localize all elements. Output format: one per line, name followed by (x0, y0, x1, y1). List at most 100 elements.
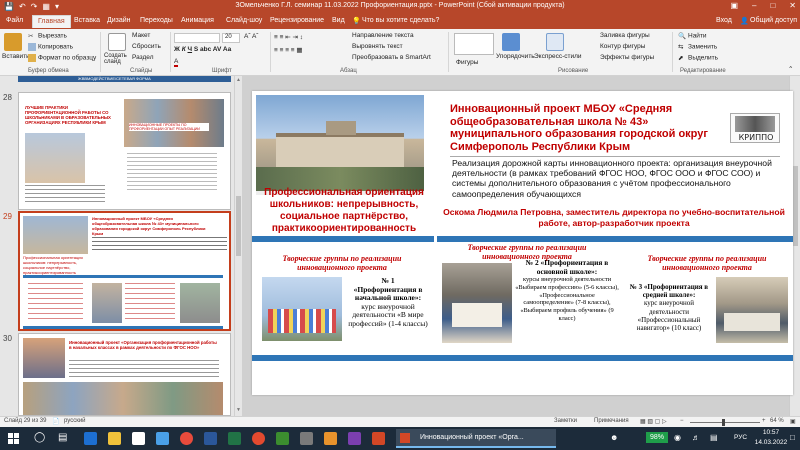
paste-icon[interactable] (4, 33, 22, 51)
font-name-field[interactable] (174, 33, 220, 43)
select-button[interactable]: ⬈ Выделить (678, 54, 718, 62)
scroll-down-icon[interactable]: ▼ (236, 407, 241, 413)
yandex-icon[interactable] (252, 432, 265, 445)
arrange-icon[interactable] (502, 33, 520, 51)
reset-button[interactable]: Сбросить (132, 43, 161, 50)
opera-icon[interactable] (180, 432, 193, 445)
people-icon[interactable]: ☻ (610, 433, 618, 442)
notes-button[interactable]: Заметки (554, 418, 577, 424)
smartart-button[interactable]: Преобразовать в SmartArt (352, 54, 431, 61)
tab-transitions[interactable]: Переходы (140, 17, 173, 24)
ribbon-options-icon[interactable]: ▣ (730, 1, 738, 10)
shape-outline-button[interactable]: Контур фигуры (600, 43, 645, 50)
collapse-ribbon-icon[interactable]: ⌃ (788, 65, 793, 73)
quick-styles-button[interactable]: Экспресс-стили (534, 53, 582, 60)
view-buttons[interactable]: ▦ ▧ ▢ ▷ (640, 418, 667, 425)
maximize-icon[interactable]: □ (770, 1, 775, 10)
app-icon[interactable] (276, 432, 289, 445)
zoom-slider-thumb[interactable] (722, 419, 725, 426)
font-color-icon[interactable]: A (174, 58, 179, 67)
zoom-in-icon[interactable]: + (762, 418, 766, 424)
zoom-out-icon[interactable]: − (680, 418, 684, 424)
font-grow-icon[interactable]: Aˆ Aˇ (244, 33, 258, 40)
taskbar-active-window[interactable]: Инновационный проект «Орга... (396, 429, 556, 448)
arrange-button[interactable]: Упорядочить (496, 53, 535, 60)
tab-view[interactable]: Вид (332, 17, 345, 24)
tab-slideshow[interactable]: Слайд-шоу (226, 17, 262, 24)
keyboard-language[interactable]: РУС (734, 434, 747, 441)
volume-icon[interactable]: ♬ (692, 433, 700, 442)
minimize-icon[interactable]: – (752, 1, 756, 10)
cut-button[interactable]: ✂ Вырезать (28, 32, 67, 40)
thumbnail-slide-30[interactable]: Инновационный проект «Организация профор… (18, 333, 231, 416)
scroll-up-icon[interactable]: ▲ (236, 77, 241, 83)
quick-styles-icon[interactable] (546, 33, 564, 51)
edge-icon[interactable] (84, 432, 97, 445)
tell-me-search[interactable]: Что вы хотите сделать? (362, 17, 439, 24)
wifi-icon[interactable]: ◉ (674, 433, 681, 442)
zoom-level[interactable]: 64 % (770, 418, 784, 424)
current-slide[interactable]: Инновационный проект МБОУ «Средняя общео… (252, 91, 793, 395)
share-button[interactable]: Общий доступ (750, 17, 797, 24)
paste-button[interactable]: Вставить (2, 53, 30, 60)
network-icon[interactable]: ▤ (710, 433, 718, 442)
font-size-field[interactable]: 20 (222, 33, 240, 43)
thumbnail-slide-28[interactable]: ЛУЧШИЕ ПРАКТИКИ ПРОФОРИЕНТАЦИОННОЙ РАБОТ… (18, 92, 231, 210)
copy-button[interactable]: Копировать (28, 43, 73, 51)
settings-icon[interactable] (300, 432, 313, 445)
tab-home[interactable]: Главная (32, 15, 71, 28)
shapes-gallery[interactable] (454, 33, 494, 55)
cut-label: Вырезать (38, 32, 67, 40)
mail-icon[interactable] (156, 432, 169, 445)
thumb-top-strip[interactable]: ЖВВМОДЕЙСТВИЕ/СЕТЕВАЯ ФОРМА (18, 76, 231, 82)
section-button[interactable]: Раздел (132, 54, 153, 61)
scrollbar-thumb[interactable] (236, 196, 241, 256)
search-icon[interactable]: ◯ (34, 432, 45, 443)
battery-percent[interactable]: 98% (646, 432, 668, 443)
shapes-button[interactable]: Фигуры (456, 59, 478, 66)
store-icon[interactable] (132, 432, 145, 445)
select-label: Выделить (688, 54, 718, 62)
align-buttons[interactable]: ≡ ≡ ≡ ≡ ▦ (274, 46, 303, 54)
file-explorer-icon[interactable] (108, 432, 121, 445)
excel-icon[interactable] (228, 432, 241, 445)
clock-time[interactable]: 10:57 (752, 429, 790, 436)
task-view-icon[interactable]: ▤ (58, 432, 67, 443)
find-button[interactable]: 🔍 Найти (678, 32, 707, 40)
new-slide-icon[interactable] (108, 33, 126, 51)
tab-review[interactable]: Рецензирование (270, 17, 324, 24)
comments-button[interactable]: Примечания (594, 418, 629, 424)
close-icon[interactable]: ✕ (789, 1, 796, 10)
notifications-icon[interactable]: □ (790, 433, 795, 442)
tab-animations[interactable]: Анимация (181, 17, 214, 24)
tab-design[interactable]: Дизайн (107, 17, 131, 24)
thumbnail-slide-29-selected[interactable]: Инновационный проект МБОУ «Средняя общео… (18, 211, 231, 331)
word-icon[interactable] (204, 432, 217, 445)
list-buttons[interactable]: ≡ ≡ ⇤ ⇥ ↕ (274, 33, 303, 41)
powerpoint-icon[interactable] (372, 432, 385, 445)
clock-date[interactable]: 14.03.2022 (752, 439, 790, 446)
thumbnails-scrollbar[interactable]: ▲ ▼ (234, 76, 242, 416)
fit-slide-icon[interactable]: ▣ (790, 418, 796, 425)
new-slide-button[interactable]: Создать слайд (104, 53, 132, 65)
group1-description: курс внеурочной деятельности «В мире про… (348, 301, 428, 328)
shape-effects-button[interactable]: Эффекты фигуры (600, 54, 654, 61)
shape-fill-button[interactable]: Заливка фигуры (600, 32, 650, 39)
tab-file[interactable]: Файл (6, 17, 23, 24)
spellcheck-icon[interactable]: 📄 (52, 418, 59, 425)
font-style-buttons[interactable]: Ж К Ч S abc AV Aa (174, 46, 231, 53)
viber-icon[interactable] (348, 432, 361, 445)
windows-start-icon[interactable] (8, 433, 19, 444)
replace-button[interactable]: ⇆ Заменить (678, 43, 717, 51)
app-icon-2[interactable] (324, 432, 337, 445)
text-direction-button[interactable]: Направление текста (352, 32, 414, 39)
language-indicator[interactable]: русский (64, 418, 86, 424)
tab-insert[interactable]: Вставка (74, 17, 100, 24)
align-text-button[interactable]: Выровнять текст (352, 43, 403, 50)
sign-in-link[interactable]: Вход (716, 17, 732, 24)
zoom-slider[interactable] (690, 422, 760, 423)
format-painter-button[interactable]: Формат по образцу (28, 54, 96, 62)
share-icon[interactable]: 👤 (740, 17, 749, 25)
layout-button[interactable]: Макет (132, 32, 150, 39)
blue-divider-bottom (252, 355, 793, 361)
